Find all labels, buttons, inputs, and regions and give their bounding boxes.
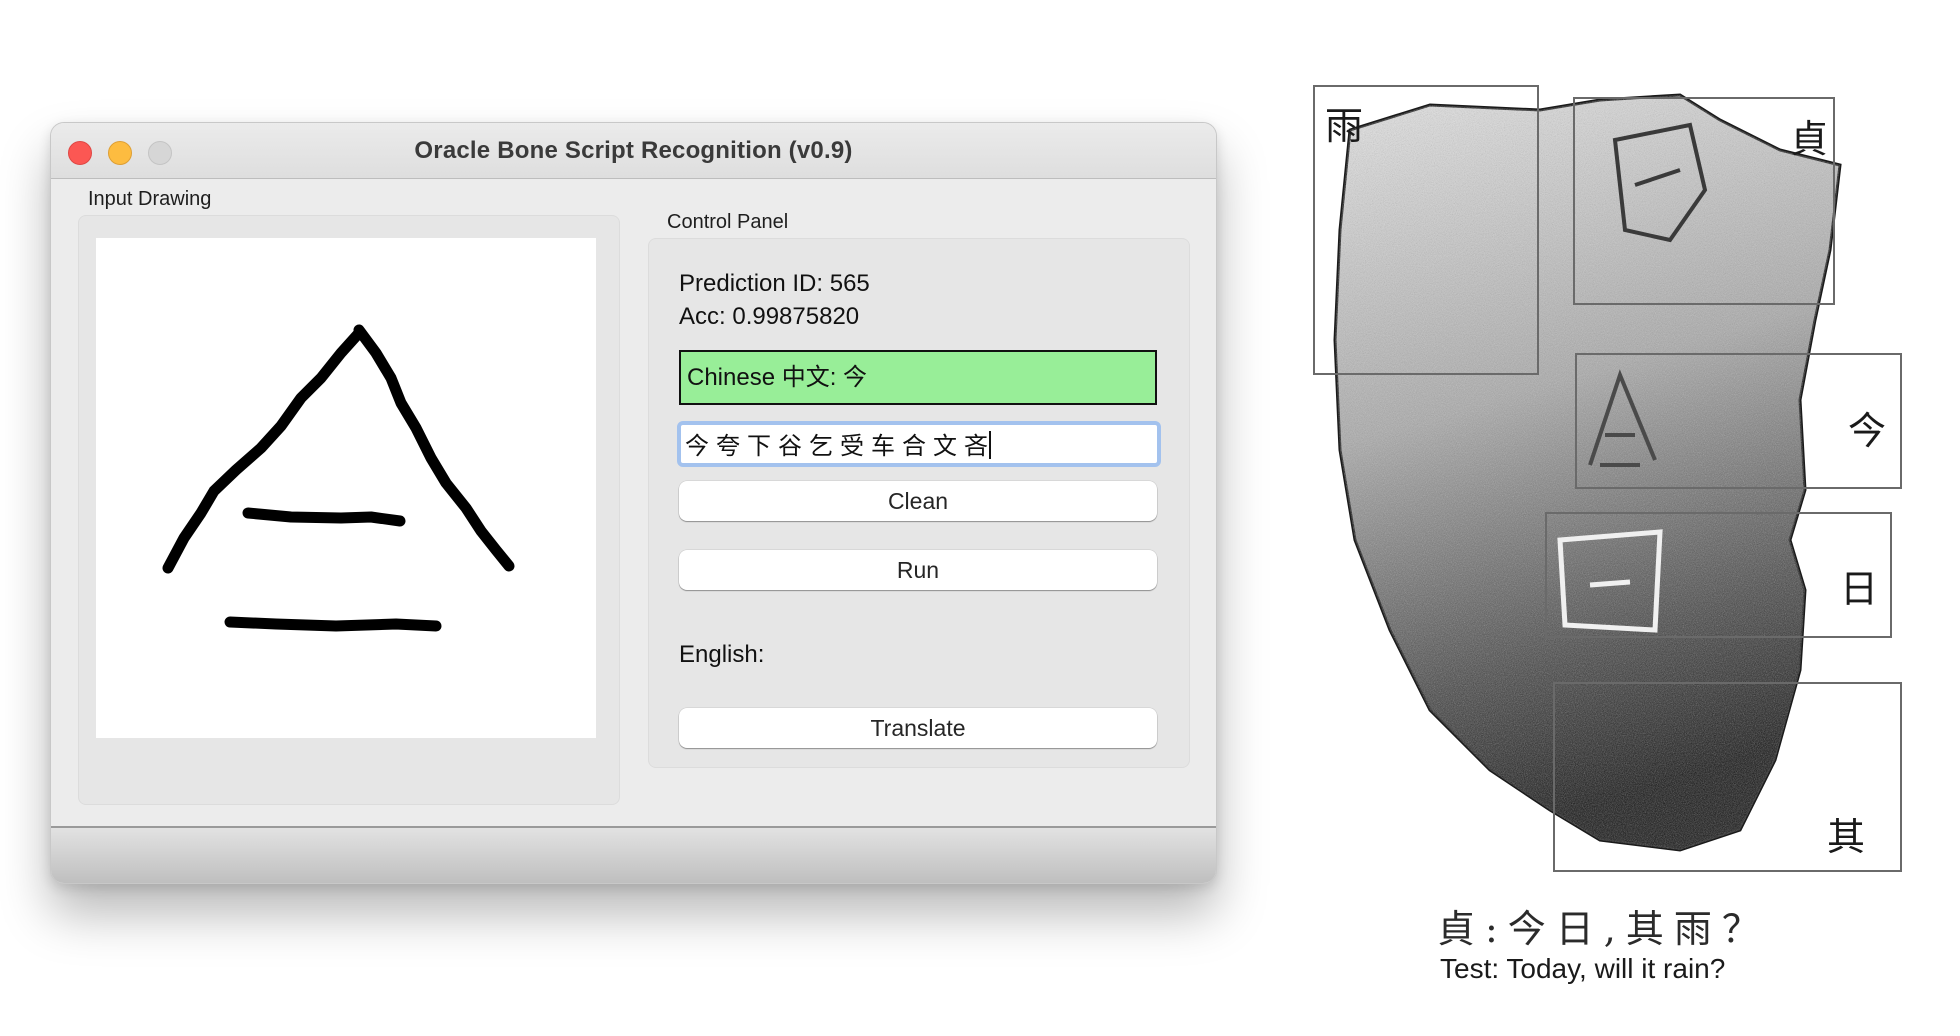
text-caret <box>989 431 991 459</box>
char-label-zhen: 貞 <box>1790 108 1828 163</box>
translate-button[interactable]: Translate <box>679 708 1157 748</box>
prediction-id-text: Prediction ID: 565 <box>679 270 870 298</box>
drawing-strokes <box>96 238 596 738</box>
bottom-bar <box>51 828 1216 883</box>
accuracy-text: Acc: 0.99875820 <box>679 303 859 331</box>
title-bar[interactable]: Oracle Bone Script Recognition (v0.9) <box>51 123 1216 179</box>
candidates-input[interactable]: 今夸下谷乞受车合文吝 <box>677 421 1161 467</box>
candidates-input-value: 今夸下谷乞受车合文吝 <box>685 432 995 460</box>
char-label-ri: 日 <box>1840 558 1878 613</box>
input-drawing-group <box>78 215 620 805</box>
app-window: Oracle Bone Script Recognition (v0.9) In… <box>50 122 1217 884</box>
window-title: Oracle Bone Script Recognition (v0.9) <box>51 137 1216 165</box>
chinese-result-label: Chinese 中文: 今 <box>679 350 1157 405</box>
caption-chinese: 貞:今日,其雨？ <box>1437 898 1770 953</box>
stroke-upper-bar <box>248 513 400 521</box>
clean-button[interactable]: Clean <box>679 481 1157 521</box>
run-button[interactable]: Run <box>679 550 1157 590</box>
english-label: English: <box>679 641 764 669</box>
stroke-right-diagonal <box>359 330 509 566</box>
char-label-jin: 今 <box>1848 400 1886 455</box>
caption-english: Test: Today, will it rain? <box>1440 953 1725 985</box>
drawing-canvas[interactable] <box>96 238 596 738</box>
stroke-lower-bar <box>230 622 436 626</box>
stroke-left-diagonal <box>168 333 359 568</box>
oracle-bone-figure: 雨 貞 今 日 其 <box>1300 70 1960 1000</box>
input-drawing-label: Input Drawing <box>88 188 211 211</box>
control-panel-label: Control Panel <box>667 211 788 234</box>
char-label-qi: 其 <box>1827 806 1865 861</box>
char-label-yu: 雨 <box>1325 95 1363 150</box>
